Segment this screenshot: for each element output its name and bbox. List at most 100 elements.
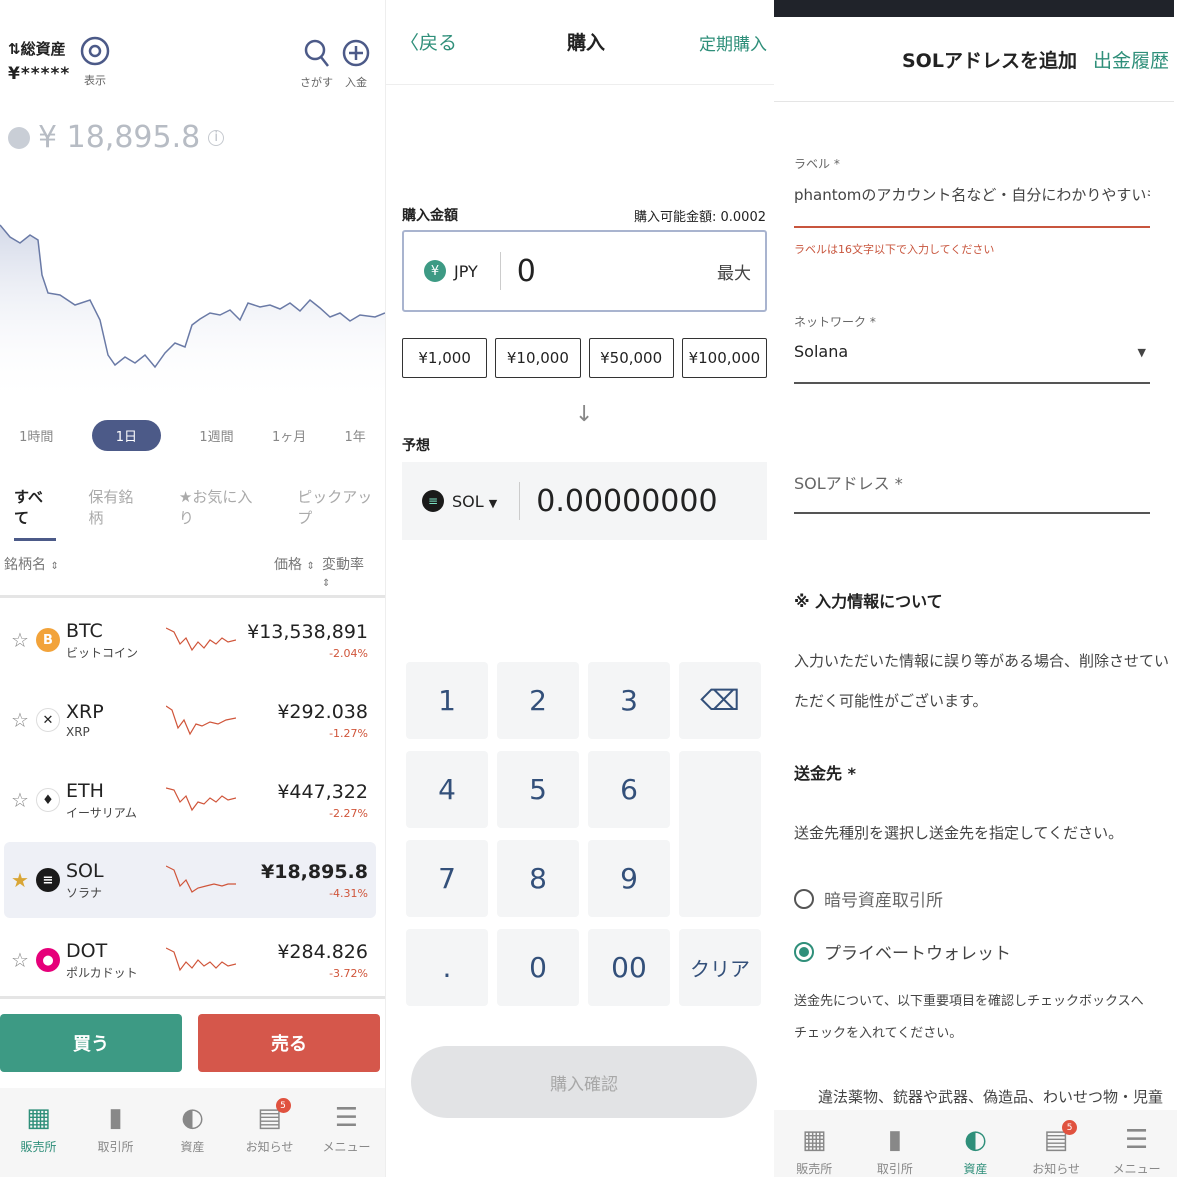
coin-change: -1.27% xyxy=(329,726,368,740)
coin-row-btc[interactable]: ☆ B BTC ビットコイン ¥13,538,891 -2.04% xyxy=(4,602,376,678)
page-title: SOLアドレスを追加 xyxy=(902,50,1077,72)
max-button[interactable]: 最大 xyxy=(717,259,751,284)
withdraw-history-link[interactable]: 出金履歴 xyxy=(1093,46,1169,73)
favorite-star-icon[interactable]: ☆ xyxy=(4,708,36,732)
tab-4[interactable]: ☰ メニュー xyxy=(308,1104,385,1177)
option-exchange[interactable]: 暗号資産取引所 xyxy=(794,886,943,911)
buy-button[interactable]: 買う xyxy=(0,1014,182,1072)
tab-1[interactable]: ▮ 取引所 xyxy=(855,1126,936,1177)
coin-symbol: ETH xyxy=(66,779,104,802)
option-private-label: プライベートウォレット xyxy=(824,944,1011,964)
radio-on-icon xyxy=(794,941,814,962)
key-dot[interactable]: . xyxy=(406,929,488,1006)
coin-selector[interactable]: SOL ▼ xyxy=(452,492,497,511)
key-9[interactable]: 9 xyxy=(588,840,670,917)
option-private-wallet[interactable]: プライベートウォレット xyxy=(794,939,1011,964)
label-input-value: phantomのアカウント名など・自分にわかりやすいもの xyxy=(794,186,1150,204)
filter-pickup[interactable]: ピックアップ xyxy=(297,486,385,541)
favorite-star-icon[interactable]: ☆ xyxy=(4,788,36,812)
back-button[interactable]: 〈戻る xyxy=(400,28,457,55)
sparkline xyxy=(166,865,236,893)
bar-chart-icon: ▮ xyxy=(108,1103,123,1133)
eth-coin-icon: ♦ xyxy=(36,788,60,812)
network-select[interactable]: Solana ▼ xyxy=(794,342,1150,384)
coin-row-dot[interactable]: ☆ ● DOT ポルカドット ¥284.826 -3.72% xyxy=(4,922,376,998)
tab-label: 取引所 xyxy=(97,1140,134,1154)
coin-row-sol[interactable]: ★ ≡ SOL ソラナ ¥18,895.8 -4.31% xyxy=(4,842,376,918)
search-icon xyxy=(304,39,329,67)
tab-label: 取引所 xyxy=(876,1162,913,1176)
favorite-star-icon[interactable]: ☆ xyxy=(4,948,36,972)
page-title: 購入 xyxy=(567,32,606,54)
bar-chart-icon: ▮ xyxy=(887,1125,903,1155)
key-6[interactable]: 6 xyxy=(588,751,670,828)
info-heading: ※ 入力情報について xyxy=(794,592,943,611)
sol-address-input[interactable]: SOLアドレス * xyxy=(794,470,1150,514)
sell-button[interactable]: 売る xyxy=(198,1014,380,1072)
tab-3[interactable]: ▤ 5 お知らせ xyxy=(231,1098,308,1177)
tab-label: 資産 xyxy=(180,1140,205,1154)
sort-price[interactable]: 価格 ⇕ xyxy=(274,554,315,574)
preset-1000-button[interactable]: ¥1,000 xyxy=(402,338,488,378)
recurring-button[interactable]: 定期購入 xyxy=(699,30,767,55)
amount-input[interactable]: ¥ JPY 0 最大 xyxy=(402,230,767,312)
coin-row-xrp[interactable]: ☆ ✕ XRP XRP ¥292.038 -1.27% xyxy=(4,682,376,758)
coin-name-jp: ビットコイン xyxy=(66,645,139,660)
key-00[interactable]: 00 xyxy=(588,929,670,1006)
sort-change[interactable]: 変動率 ⇕ xyxy=(322,554,376,590)
tab-4[interactable]: ☰ メニュー xyxy=(1096,1126,1177,1177)
key-3[interactable]: 3 xyxy=(588,662,670,739)
preset-10000-button[interactable]: ¥10,000 xyxy=(495,338,581,378)
backspace-key[interactable]: ⌫ xyxy=(679,662,761,739)
key-7[interactable]: 7 xyxy=(406,840,488,917)
price-chart xyxy=(0,224,385,405)
period-1h[interactable]: 1時間 xyxy=(19,426,53,445)
key-8[interactable]: 8 xyxy=(497,840,579,917)
tab-0[interactable]: ▦ 販売所 xyxy=(0,1104,77,1177)
period-1d[interactable]: 1日 xyxy=(91,420,162,451)
coin-symbol: SOL xyxy=(66,859,104,882)
key-5[interactable]: 5 xyxy=(497,751,579,828)
info-icon[interactable]: i xyxy=(208,129,225,146)
available-amount: 購入可能金額: 0.0002 xyxy=(634,210,766,225)
filter-tabs: すべて 保有銘柄 ★お気に入り ピックアップ xyxy=(14,486,385,541)
tab-1[interactable]: ▮ 取引所 xyxy=(77,1104,154,1177)
search-button[interactable]: さがす xyxy=(300,38,333,90)
estimate-label: 予想 xyxy=(402,438,430,454)
sort-name[interactable]: 銘柄名 ⇕ xyxy=(4,557,59,573)
purchase-confirm-button[interactable]: 購入確認 xyxy=(411,1046,757,1118)
deposit-button[interactable]: 入金 xyxy=(342,38,370,90)
output-divider xyxy=(519,482,521,520)
coin-names: BTC ビットコイン xyxy=(66,620,166,661)
filter-favorites[interactable]: ★お気に入り xyxy=(179,486,265,541)
favorite-star-icon[interactable]: ☆ xyxy=(4,628,36,652)
arrow-down-icon: ↓ xyxy=(575,402,594,427)
clear-key[interactable]: クリア xyxy=(679,929,761,1006)
filter-all[interactable]: すべて xyxy=(14,486,57,541)
key-0[interactable]: 0 xyxy=(497,929,579,1006)
key-2[interactable]: 2 xyxy=(497,662,579,739)
preset-100000-button[interactable]: ¥100,000 xyxy=(681,338,767,378)
favorite-star-icon[interactable]: ★ xyxy=(4,868,36,892)
show-button[interactable]: 表示 xyxy=(80,36,110,88)
tab-0[interactable]: ▦ 販売所 xyxy=(774,1126,855,1177)
label-input[interactable]: phantomのアカウント名など・自分にわかりやすいもの xyxy=(794,184,1150,228)
tab-2[interactable]: ◐ 資産 xyxy=(154,1104,231,1177)
coin-change: -2.27% xyxy=(329,806,368,820)
coin-row-eth[interactable]: ☆ ♦ ETH イーサリアム ¥447,322 -2.27% xyxy=(4,762,376,838)
list-header: 銘柄名 ⇕ 価格 ⇕ 変動率 ⇕ xyxy=(4,554,376,589)
period-1m[interactable]: 1ヶ月 xyxy=(272,426,306,445)
preset-50000-button[interactable]: ¥50,000 xyxy=(588,338,674,378)
key-4[interactable]: 4 xyxy=(406,751,488,828)
period-1y[interactable]: 1年 xyxy=(345,426,366,445)
exchange-icon: ⇅ xyxy=(8,40,21,58)
period-1w[interactable]: 1週間 xyxy=(199,426,233,445)
tab-3[interactable]: ▤ 5 お知らせ xyxy=(1016,1120,1097,1177)
coin-name-jp: ソラナ xyxy=(66,885,103,900)
coin-names: ETH イーサリアム xyxy=(66,780,166,821)
filter-holdings[interactable]: 保有銘柄 xyxy=(88,486,147,541)
amount-label: 購入金額 xyxy=(402,208,458,224)
tab-2[interactable]: ◐ 資産 xyxy=(935,1126,1016,1177)
key-1[interactable]: 1 xyxy=(406,662,488,739)
coin-name-jp: ポルカドット xyxy=(66,965,138,980)
